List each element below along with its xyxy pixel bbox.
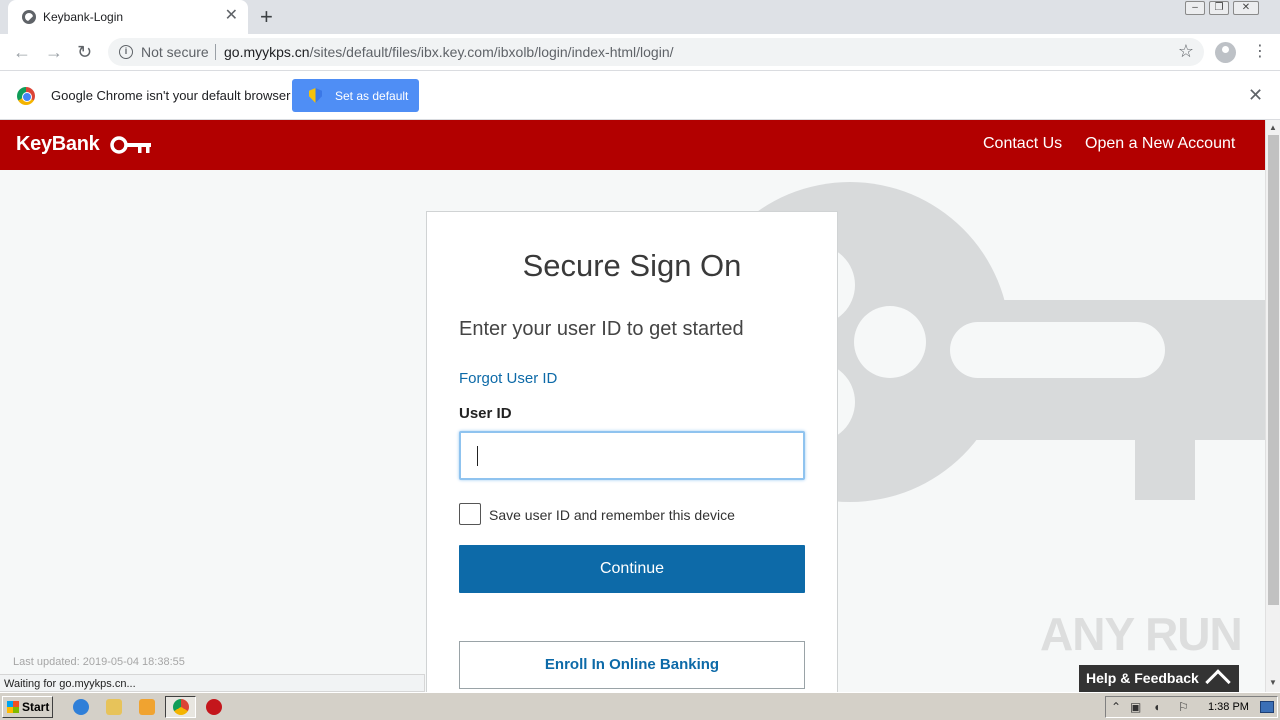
address-bar[interactable]: i Not secure go.myykps.cn/sites/default/… <box>108 38 1204 66</box>
help-feedback-button[interactable]: Help & Feedback <box>1079 665 1239 692</box>
media-player-icon[interactable] <box>139 699 155 715</box>
tab-strip: Keybank-Login ✕ + ‒ ❐ ✕ <box>0 0 1280 34</box>
infobar-close-icon[interactable]: ✕ <box>1248 85 1263 106</box>
continue-button[interactable]: Continue <box>459 545 805 593</box>
nav-contact-us[interactable]: Contact Us <box>983 135 1062 153</box>
forgot-user-id-link[interactable]: Forgot User ID <box>459 370 557 387</box>
bookmark-star-icon[interactable]: ☆ <box>1178 41 1194 62</box>
user-id-label: User ID <box>459 405 512 422</box>
enroll-online-banking-button[interactable]: Enroll In Online Banking <box>459 641 805 689</box>
taskbar-clock[interactable]: 1:38 PM <box>1208 701 1249 713</box>
sign-on-subheading: Enter your user ID to get started <box>459 318 744 340</box>
back-button[interactable]: ← <box>13 42 31 62</box>
last-updated-text: Last updated: 2019-05-04 18:38:55 <box>13 656 185 668</box>
windows-taskbar: Start ⌃ ▣ ◖ ⚐ 1:38 PM <box>0 692 1280 720</box>
url-host: go.myykps.cn <box>224 44 310 60</box>
system-tray: ⌃ ▣ ◖ ⚐ 1:38 PM <box>1105 696 1278 718</box>
nav-open-new-account[interactable]: Open a New Account <box>1085 135 1235 153</box>
volume-icon[interactable]: ◖ <box>1153 700 1160 714</box>
remember-device-label[interactable]: Save user ID and remember this device <box>489 507 735 523</box>
network-icon[interactable]: ▣ <box>1130 700 1141 714</box>
page-viewport: KeyBank Contact Us Open a New Account Se… <box>0 120 1265 692</box>
url-path: /sites/default/files/ibx.key.com/ibxolb/… <box>309 44 674 60</box>
show-desktop-icon[interactable] <box>1260 701 1274 713</box>
restore-button[interactable]: ❐ <box>1209 1 1229 15</box>
uac-shield-icon <box>309 88 322 103</box>
internet-explorer-icon[interactable] <box>73 699 89 715</box>
forward-button[interactable]: → <box>45 42 63 62</box>
scrollbar-thumb[interactable] <box>1268 135 1279 605</box>
sign-on-card: Secure Sign On Enter your user ID to get… <box>426 211 838 692</box>
divider <box>215 44 216 60</box>
tray-expand-icon[interactable]: ⌃ <box>1111 700 1121 714</box>
reload-button[interactable]: ↻ <box>77 42 92 62</box>
keybank-header: KeyBank Contact Us Open a New Account <box>0 120 1265 170</box>
globe-icon <box>22 10 36 24</box>
window-controls: ‒ ❐ ✕ <box>1181 1 1259 17</box>
url-text[interactable]: go.myykps.cn/sites/default/files/ibx.key… <box>224 44 674 60</box>
default-browser-infobar: Google Chrome isn't your default browser… <box>0 71 1280 120</box>
page-title: Secure Sign On <box>522 248 742 283</box>
file-explorer-icon[interactable] <box>106 699 122 715</box>
chrome-menu-icon[interactable]: ⋮ <box>1252 42 1268 62</box>
action-center-flag-icon[interactable]: ⚐ <box>1178 700 1189 714</box>
remember-device-checkbox[interactable] <box>459 503 481 525</box>
security-label: Not secure <box>141 44 209 60</box>
minimize-button[interactable]: ‒ <box>1185 1 1205 15</box>
profile-avatar-icon[interactable] <box>1215 42 1236 63</box>
tab-title: Keybank-Login <box>43 10 124 24</box>
tab-keybank-login[interactable]: Keybank-Login ✕ <box>8 0 248 34</box>
browser-toolbar: ← → ↻ i Not secure go.myykps.cn/sites/de… <box>0 34 1280 71</box>
window-close-button[interactable]: ✕ <box>1233 1 1259 15</box>
keybank-logo[interactable]: KeyBank <box>16 133 100 156</box>
infobar-message: Google Chrome isn't your default browser <box>51 88 291 103</box>
tab-close-icon[interactable]: ✕ <box>225 7 238 25</box>
set-as-default-label: Set as default <box>335 89 409 103</box>
status-bubble: Waiting for go.myykps.cn... <box>0 674 425 692</box>
set-as-default-button[interactable]: Set as default <box>292 79 419 112</box>
chrome-taskbar-button[interactable] <box>165 696 196 718</box>
help-feedback-label: Help & Feedback <box>1086 670 1199 686</box>
user-id-input[interactable] <box>459 431 805 480</box>
opera-icon[interactable] <box>206 699 222 715</box>
chrome-taskbar-icon <box>173 699 189 715</box>
start-label: Start <box>22 700 50 714</box>
chrome-logo-icon <box>17 87 35 105</box>
page-scrollbar[interactable]: ▲ ▼ <box>1265 120 1280 692</box>
key-logo-icon <box>110 136 151 154</box>
start-button[interactable]: Start <box>2 696 53 718</box>
scroll-down-arrow-icon[interactable]: ▼ <box>1269 678 1277 687</box>
info-icon[interactable]: i <box>119 45 133 59</box>
windows-flag-icon <box>7 701 19 713</box>
text-caret <box>477 446 478 466</box>
new-tab-button[interactable]: + <box>260 4 273 30</box>
chevron-up-icon <box>1205 669 1231 692</box>
scroll-up-arrow-icon[interactable]: ▲ <box>1269 123 1277 132</box>
anyrun-watermark: ANY RUN <box>1040 608 1243 660</box>
